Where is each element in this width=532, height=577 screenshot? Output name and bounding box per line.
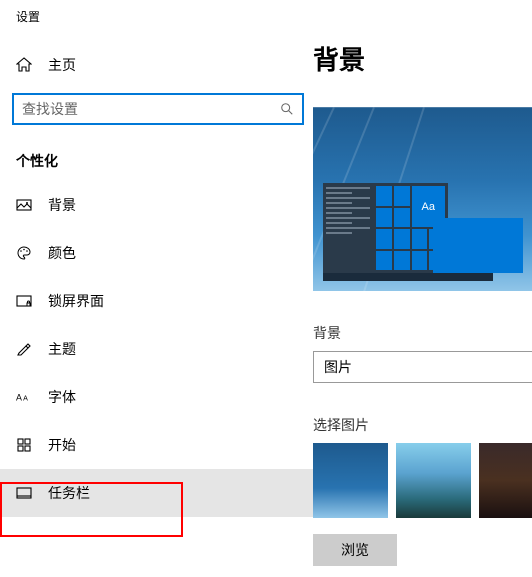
nav-colors-label: 颜色 <box>48 243 76 263</box>
preview-desktop: Aa <box>323 171 493 281</box>
preview-taskbar <box>323 273 493 281</box>
picture-thumb-1[interactable] <box>313 443 388 518</box>
search-wrap <box>0 85 313 133</box>
lockscreen-icon <box>16 293 32 309</box>
search-icon[interactable] <box>272 95 302 123</box>
sidebar: 设置 主页 个性化 背景 颜色 锁屏界面 <box>0 0 313 577</box>
window-title: 设置 <box>0 0 313 45</box>
nav-start-label: 开始 <box>48 435 76 455</box>
content-title: 背景 <box>313 40 532 77</box>
nav-background-label: 背景 <box>48 195 76 215</box>
choose-picture-label: 选择图片 <box>313 415 532 435</box>
nav-colors[interactable]: 颜色 <box>0 229 313 277</box>
fonts-icon: AA <box>16 389 32 405</box>
svg-text:A: A <box>23 395 28 403</box>
start-icon <box>16 437 32 453</box>
preview-start-menu: Aa <box>323 183 448 273</box>
picture-thumb-2[interactable] <box>396 443 471 518</box>
nav-themes-label: 主题 <box>48 339 76 359</box>
search-input[interactable] <box>14 97 272 121</box>
picture-thumb-3[interactable] <box>479 443 532 518</box>
nav-background[interactable]: 背景 <box>0 181 313 229</box>
category-header: 个性化 <box>0 133 313 181</box>
themes-icon <box>16 341 32 357</box>
picture-icon <box>16 197 32 213</box>
background-preview: Aa <box>313 107 532 291</box>
search-box[interactable] <box>12 93 304 125</box>
browse-button[interactable]: 浏览 <box>313 534 397 566</box>
nav-taskbar-label: 任务栏 <box>48 483 90 503</box>
content-panel: 背景 Aa <box>313 0 532 577</box>
svg-text:A: A <box>16 393 22 403</box>
nav-taskbar[interactable]: 任务栏 <box>0 469 313 517</box>
picture-row <box>313 443 532 518</box>
sidebar-home[interactable]: 主页 <box>0 45 313 85</box>
palette-icon <box>16 245 32 261</box>
nav-themes[interactable]: 主题 <box>0 325 313 373</box>
nav-fonts[interactable]: AA 字体 <box>0 373 313 421</box>
sidebar-home-label: 主页 <box>48 55 76 75</box>
nav-lockscreen-label: 锁屏界面 <box>48 291 104 311</box>
background-dropdown-label: 背景 <box>313 323 532 343</box>
home-icon <box>16 57 32 73</box>
nav-fonts-label: 字体 <box>48 387 76 407</box>
nav-start[interactable]: 开始 <box>0 421 313 469</box>
background-dropdown[interactable]: 图片 <box>313 351 532 383</box>
taskbar-icon <box>16 485 32 501</box>
preview-window <box>433 218 523 273</box>
background-dropdown-value: 图片 <box>324 357 352 377</box>
nav-lockscreen[interactable]: 锁屏界面 <box>0 277 313 325</box>
